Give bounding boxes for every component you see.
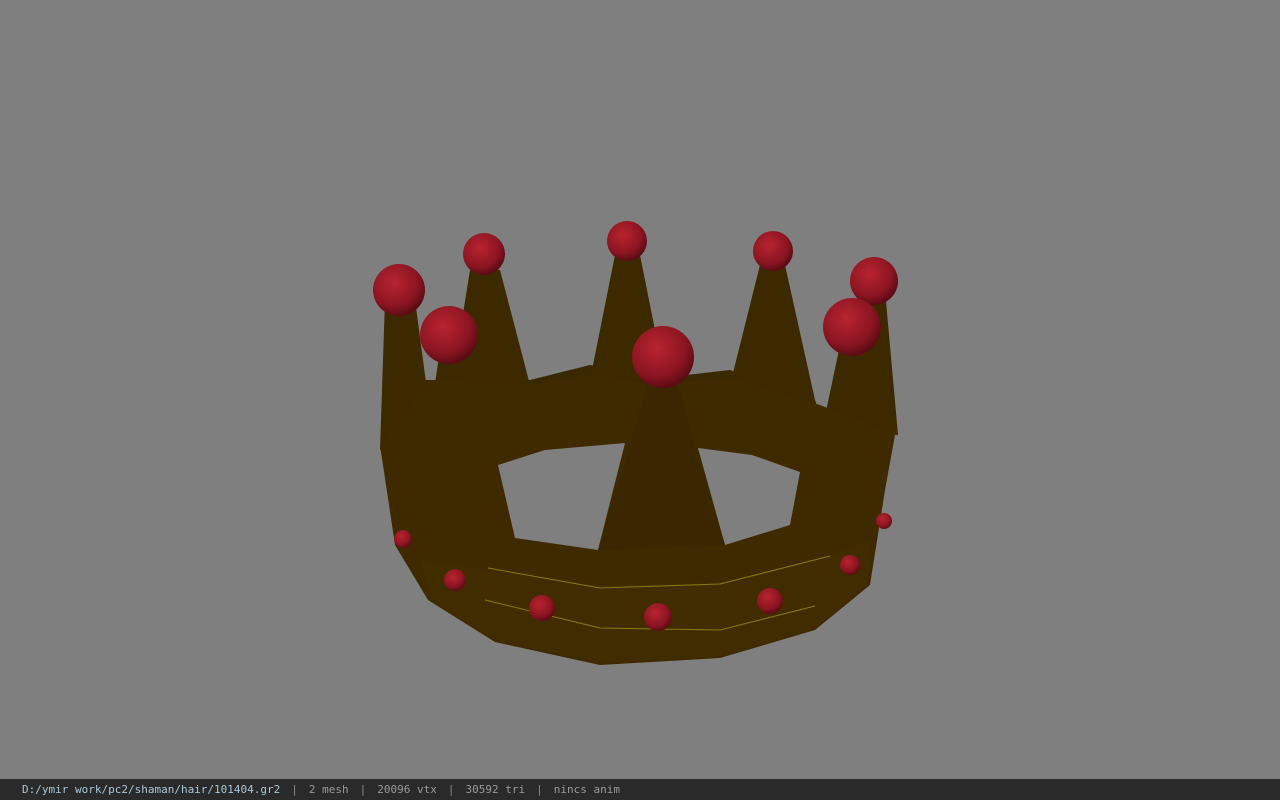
crown-model [373, 221, 898, 665]
file-path: D:/ymir work/pc2/shaman/hair/101404.gr2 [22, 783, 281, 796]
vertex-count: 20096 vtx [377, 783, 437, 796]
animation-status: nincs anim [553, 783, 620, 796]
mesh-count: 2 mesh [308, 783, 349, 796]
3d-viewport[interactable] [0, 0, 1280, 779]
triangle-count: 30592 tri [465, 783, 526, 796]
status-separator: | [447, 783, 455, 796]
status-separator: | [291, 783, 298, 796]
crown-band [380, 360, 895, 665]
status-separator: | [536, 783, 543, 796]
status-bar: D:/ymir work/pc2/shaman/hair/101404.gr2 |… [0, 779, 1280, 800]
status-separator: | [359, 783, 367, 796]
